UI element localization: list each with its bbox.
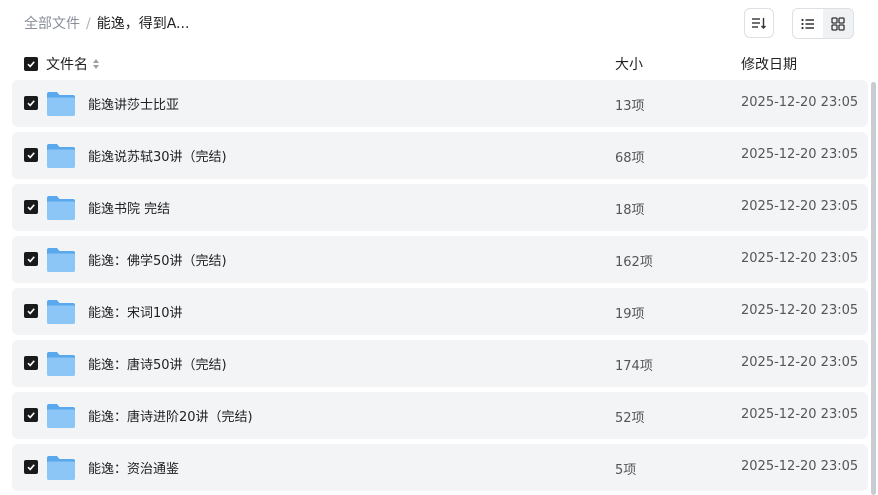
grid-view-icon (831, 16, 845, 31)
list-view-button[interactable] (793, 9, 823, 38)
checkbox-checked-icon (27, 152, 35, 159)
row-size: 18项 (615, 203, 645, 218)
row-name[interactable]: 能逸说苏轼30讲（完结) (88, 146, 227, 165)
folder-icon (47, 92, 75, 116)
checkbox-checked-icon (27, 360, 35, 367)
row-date: 2025-12-20 23:05 (741, 459, 859, 474)
folder-icon (47, 456, 75, 480)
row-checkbox[interactable] (24, 408, 38, 422)
breadcrumb-separator: / (86, 16, 91, 32)
row-checkbox[interactable] (24, 252, 38, 266)
row-date: 2025-12-20 23:05 (741, 355, 859, 370)
row-size: 19项 (615, 307, 645, 322)
row-date: 2025-12-20 23:05 (741, 95, 859, 110)
row-name[interactable]: 能逸书院 完结 (88, 198, 170, 217)
row-name[interactable]: 能逸讲莎士比亚 (88, 94, 179, 113)
folder-icon (47, 300, 75, 324)
folder-icon (47, 352, 75, 376)
column-header-size[interactable]: 大小 (615, 54, 643, 74)
table-header: 文件名 大小 修改日期 (12, 52, 868, 76)
row-checkbox[interactable] (24, 148, 38, 162)
checkbox-checked-icon (27, 204, 35, 211)
row-checkbox[interactable] (24, 200, 38, 214)
table-row[interactable]: 能逸：资治通鉴 5项 2025-12-20 23:05 (12, 444, 868, 491)
checkbox-checked-icon (27, 100, 35, 107)
sort-icon (752, 18, 766, 29)
row-name[interactable]: 能逸：佛学50讲（完结) (88, 250, 227, 269)
row-size: 13项 (615, 99, 645, 114)
row-date: 2025-12-20 23:05 (741, 251, 859, 266)
checkbox-checked-icon (27, 61, 35, 68)
row-size: 52项 (615, 411, 645, 426)
grid-view-button[interactable] (823, 9, 853, 38)
table-row[interactable]: 能逸说苏轼30讲（完结) 68项 2025-12-20 23:05 (12, 132, 868, 179)
column-header-name-label: 文件名 (46, 57, 88, 73)
row-date: 2025-12-20 23:05 (741, 147, 859, 162)
row-name[interactable]: 能逸：资治通鉴 (88, 458, 179, 477)
row-name[interactable]: 能逸：宋词10讲 (88, 302, 183, 321)
row-name[interactable]: 能逸：唐诗进阶20讲（完结) (88, 406, 253, 425)
folder-icon (47, 404, 75, 428)
row-size: 5项 (615, 463, 637, 478)
column-header-modified[interactable]: 修改日期 (741, 54, 797, 74)
row-checkbox[interactable] (24, 304, 38, 318)
row-checkbox[interactable] (24, 460, 38, 474)
checkbox-checked-icon (27, 412, 35, 419)
table-row[interactable]: 能逸讲莎士比亚 13项 2025-12-20 23:05 (12, 80, 868, 127)
view-switch (792, 8, 854, 39)
column-header-name[interactable]: 文件名 (46, 54, 100, 74)
vertical-scrollbar[interactable] (871, 82, 876, 495)
file-browser: 全部文件 / 能逸，得到A... 文件名 大小 修改日期 能逸讲莎士比亚 13项… (0, 0, 878, 495)
row-date: 2025-12-20 23:05 (741, 407, 859, 422)
sort-toggle-icon (93, 59, 99, 69)
breadcrumb: 全部文件 / 能逸，得到A... (24, 14, 189, 34)
folder-icon (47, 144, 75, 168)
row-size: 174项 (615, 359, 653, 374)
checkbox-checked-icon (27, 308, 35, 315)
sort-button[interactable] (744, 8, 774, 38)
select-all-checkbox[interactable] (24, 57, 38, 71)
table-row[interactable]: 能逸：唐诗进阶20讲（完结) 52项 2025-12-20 23:05 (12, 392, 868, 439)
row-date: 2025-12-20 23:05 (741, 303, 859, 318)
breadcrumb-current: 能逸，得到A... (96, 16, 190, 32)
checkbox-checked-icon (27, 464, 35, 471)
folder-icon (47, 196, 75, 220)
breadcrumb-root[interactable]: 全部文件 (24, 14, 80, 34)
checkbox-checked-icon (27, 256, 35, 263)
row-date: 2025-12-20 23:05 (741, 199, 859, 214)
table-row[interactable]: 能逸：唐诗50讲（完结) 174项 2025-12-20 23:05 (12, 340, 868, 387)
table-row[interactable]: 能逸：宋词10讲 19项 2025-12-20 23:05 (12, 288, 868, 335)
row-checkbox[interactable] (24, 356, 38, 370)
row-name[interactable]: 能逸：唐诗50讲（完结) (88, 354, 227, 373)
row-checkbox[interactable] (24, 96, 38, 110)
list-view-icon (801, 18, 814, 29)
row-size: 68项 (615, 151, 645, 166)
folder-icon (47, 248, 75, 272)
table-row[interactable]: 能逸：佛学50讲（完结) 162项 2025-12-20 23:05 (12, 236, 868, 283)
file-list: 能逸讲莎士比亚 13项 2025-12-20 23:05 能逸说苏轼30讲（完结… (12, 80, 868, 495)
row-size: 162项 (615, 255, 653, 270)
table-row[interactable]: 能逸书院 完结 18项 2025-12-20 23:05 (12, 184, 868, 231)
